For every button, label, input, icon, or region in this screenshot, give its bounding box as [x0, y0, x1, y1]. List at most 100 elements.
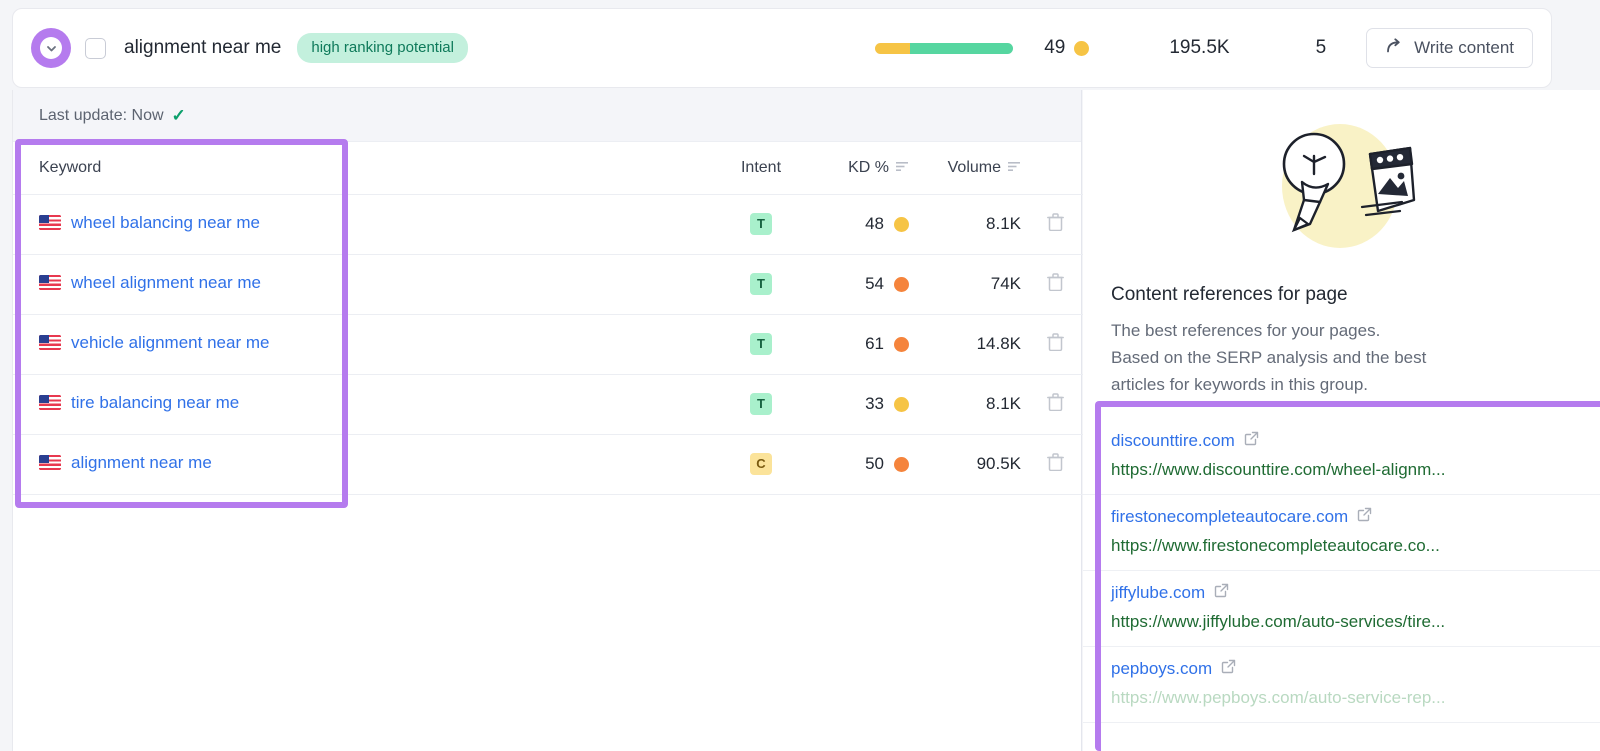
expand-group-button[interactable] [31, 28, 71, 68]
column-header-kd[interactable]: KD % [809, 142, 917, 194]
kd-value: 33 [865, 394, 884, 414]
us-flag-icon [39, 455, 61, 470]
content-references-description: The best references for your pages.Based… [1111, 318, 1572, 399]
cell-delete [1027, 434, 1083, 494]
reference-url: https://www.firestonecompleteautocare.co… [1111, 536, 1572, 556]
cell-intent: T [713, 374, 809, 434]
keyword-link[interactable]: wheel alignment near me [39, 273, 261, 293]
table-row: vehicle alignment near meT6114.8K [13, 314, 1083, 374]
reference-domain-label: discounttire.com [1111, 431, 1235, 451]
keyword-link[interactable]: vehicle alignment near me [39, 333, 269, 353]
ranking-potential-badge: high ranking potential [297, 33, 468, 63]
cell-volume: 90.5K [917, 434, 1027, 494]
intent-badge: T [750, 213, 772, 235]
table-row: wheel balancing near me T 48 8.1K [13, 194, 1083, 254]
table-header-row: Keyword Intent KD % [13, 142, 1083, 194]
column-header-intent[interactable]: Intent [713, 142, 809, 194]
cell-kd: 33 [809, 374, 917, 434]
table-row: tire balancing near me T 33 8.1K [13, 374, 1083, 434]
reference-domain-link[interactable]: discounttire.com [1111, 431, 1259, 451]
column-header-intent-label: Intent [741, 159, 781, 176]
reference-item[interactable]: jiffylube.com https://www.jiffylube.com/a… [1083, 571, 1600, 647]
external-link-icon [1244, 431, 1259, 451]
reference-domain-link[interactable]: pepboys.com [1111, 659, 1236, 679]
chevron-down-icon [40, 37, 62, 59]
cell-keyword: tire balancing near me [13, 374, 713, 434]
content-references-title: Content references for page [1111, 284, 1600, 306]
cell-intent: T [713, 314, 809, 374]
select-group-checkbox[interactable] [85, 38, 106, 59]
cell-delete [1027, 374, 1083, 434]
cell-volume: 74K [917, 254, 1027, 314]
keywords-table-head: Keyword Intent KD % [13, 142, 1083, 194]
reference-domain-link[interactable]: jiffylube.com [1111, 583, 1229, 603]
header-keyword-count: 5 [1316, 37, 1327, 59]
keyword-label: vehicle alignment near me [71, 333, 269, 353]
keyword-label: wheel alignment near me [71, 273, 261, 293]
kd-dot [894, 217, 909, 232]
kd-value: 48 [865, 214, 884, 234]
kd-progress-bar [875, 43, 1013, 54]
header-kd-value: 49 [1039, 37, 1065, 59]
reference-domain-label: jiffylube.com [1111, 583, 1205, 603]
kd-dot [894, 277, 909, 292]
last-update-label: Last update: Now [39, 107, 164, 125]
keywords-panel: Last update: Now ✓ Keyword Intent KD % [12, 90, 1082, 751]
progress-segment-green [910, 43, 1014, 54]
trash-icon[interactable] [1047, 212, 1064, 236]
reference-item[interactable]: pepboys.com https://www.pepboys.com/auto-… [1083, 647, 1600, 723]
column-header-volume[interactable]: Volume [917, 142, 1027, 194]
lightbulb-pencil-webpage-illustration [1083, 90, 1600, 262]
keyword-link[interactable]: alignment near me [39, 453, 212, 473]
cell-kd: 54 [809, 254, 917, 314]
cell-volume: 8.1K [917, 194, 1027, 254]
cell-keyword: alignment near me [13, 434, 713, 494]
cell-keyword: wheel alignment near me [13, 254, 713, 314]
write-content-button[interactable]: Write content [1366, 28, 1533, 68]
us-flag-icon [39, 275, 61, 290]
write-content-label: Write content [1414, 38, 1514, 58]
column-header-keyword[interactable]: Keyword [13, 142, 713, 194]
cell-delete [1027, 194, 1083, 254]
kd-dot [894, 397, 909, 412]
kd-dot [894, 337, 909, 352]
column-header-kd-label: KD % [848, 159, 889, 177]
page-root: alignment near me high ranking potential… [0, 0, 1600, 751]
reference-domain-link[interactable]: firestonecompleteautocare.com [1111, 507, 1372, 527]
trash-icon[interactable] [1047, 392, 1064, 416]
external-link-icon [1357, 507, 1372, 527]
keyword-link[interactable]: tire balancing near me [39, 393, 239, 413]
share-arrow-icon [1385, 36, 1404, 60]
trash-icon[interactable] [1047, 332, 1064, 356]
sort-descending-icon[interactable] [896, 159, 909, 177]
reference-url: https://www.jiffylube.com/auto-services/… [1111, 612, 1572, 632]
header-kd-dot [1074, 41, 1089, 56]
us-flag-icon [39, 335, 61, 350]
reference-item[interactable]: discounttire.com https://www.discounttire… [1083, 419, 1600, 495]
cell-kd: 61 [809, 314, 917, 374]
cell-volume: 8.1K [917, 374, 1027, 434]
sort-descending-icon[interactable] [1008, 159, 1021, 177]
cell-keyword: wheel balancing near me [13, 194, 713, 254]
last-update-bar: Last update: Now ✓ [13, 90, 1081, 142]
cell-intent: T [713, 254, 809, 314]
trash-icon[interactable] [1047, 452, 1064, 476]
reference-url: https://www.discounttire.com/wheel-align… [1111, 460, 1572, 480]
trash-icon[interactable] [1047, 272, 1064, 296]
cell-intent: T [713, 194, 809, 254]
reference-domain-label: pepboys.com [1111, 659, 1212, 679]
kd-value: 50 [865, 454, 884, 474]
cell-intent: C [713, 434, 809, 494]
external-link-icon [1221, 659, 1236, 679]
intent-badge: C [750, 453, 772, 475]
keyword-link[interactable]: wheel balancing near me [39, 213, 260, 233]
column-header-keyword-label: Keyword [39, 159, 101, 176]
reference-item[interactable]: firestonecompleteautocare.com https://www… [1083, 495, 1600, 571]
reference-url: https://www.pepboys.com/auto-service-rep… [1111, 688, 1572, 708]
cell-kd: 50 [809, 434, 917, 494]
header-volume-value: 195.5K [1169, 37, 1229, 59]
cell-kd: 48 [809, 194, 917, 254]
intent-badge: T [750, 273, 772, 295]
table-row: alignment near me C 50 90.5K [13, 434, 1083, 494]
check-icon: ✓ [172, 106, 186, 126]
